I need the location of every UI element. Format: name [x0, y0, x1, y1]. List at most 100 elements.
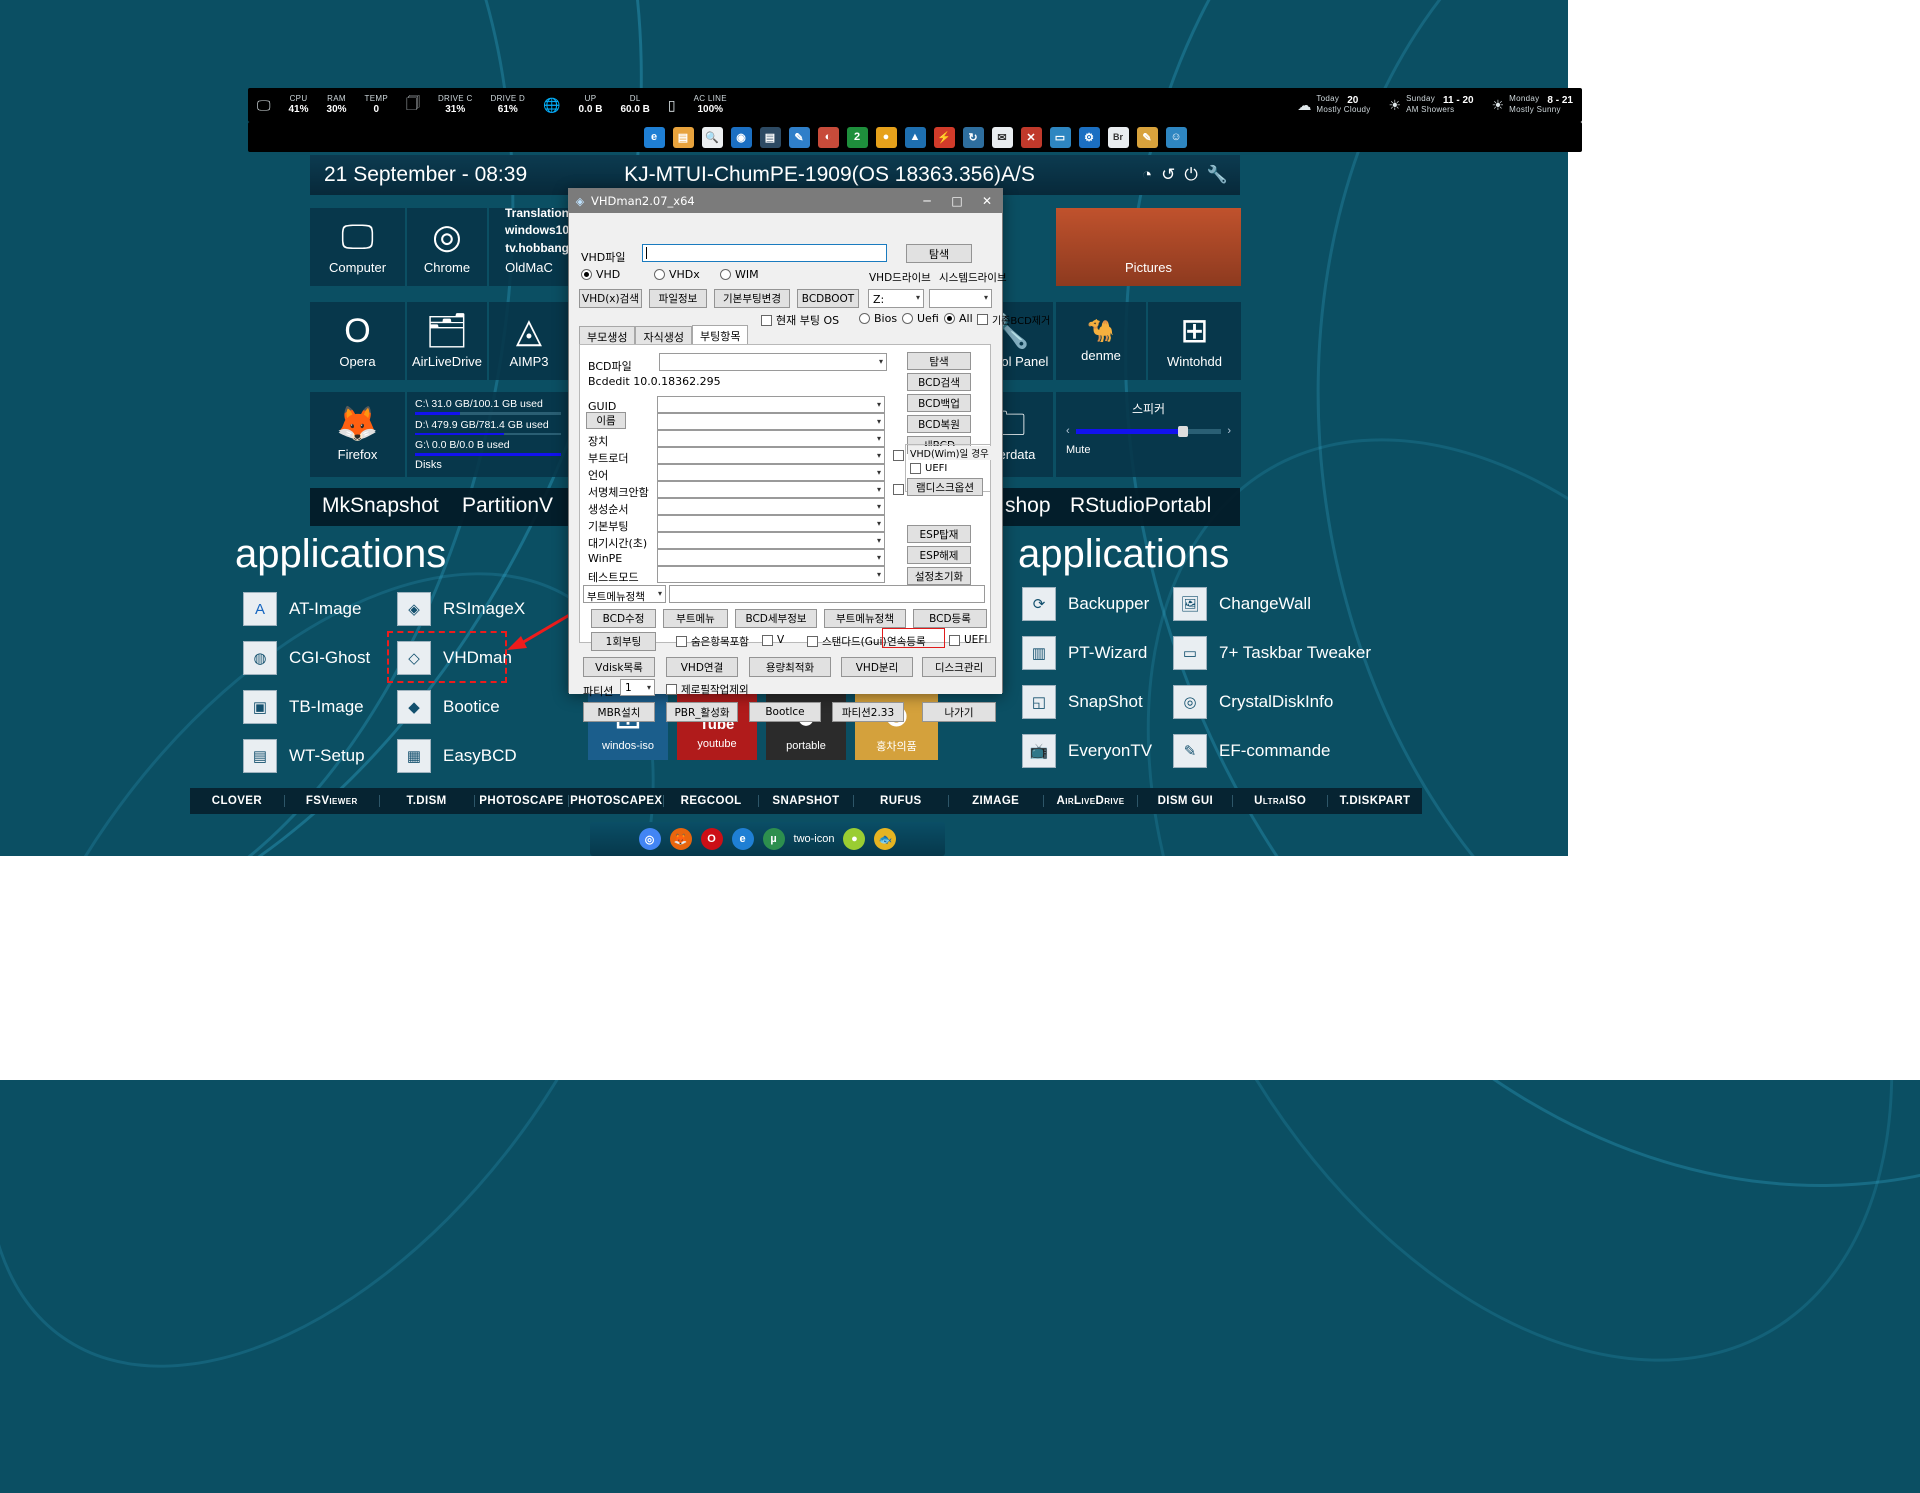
- vhd-file-input[interactable]: [642, 244, 887, 262]
- vhdx-search-button[interactable]: VHD(x)검색: [579, 289, 642, 308]
- bcd-restore-button[interactable]: BCD복원: [907, 415, 971, 433]
- standard-gui-checkbox[interactable]: 스탠다드(Gui): [807, 634, 887, 649]
- tab-dismgui[interactable]: DISM GUI: [1138, 795, 1234, 807]
- file-info-button[interactable]: 파일정보: [649, 289, 707, 308]
- system-drive-combo[interactable]: ▾: [929, 289, 992, 308]
- bootloader-combo[interactable]: ▾: [657, 447, 885, 464]
- remove-existing-bcd-checkbox[interactable]: 기존BCD제거: [977, 312, 1050, 327]
- tile-denme[interactable]: 🐪 denme: [1056, 302, 1146, 380]
- bcd-file-combo[interactable]: ▾: [659, 353, 887, 371]
- boot-menu-button[interactable]: 부트메뉴: [663, 609, 728, 628]
- radio-vhdx[interactable]: VHDx: [654, 268, 700, 281]
- utorrent-icon[interactable]: µ: [762, 828, 785, 850]
- maximize-button[interactable]: □: [942, 189, 972, 213]
- edge-icon[interactable]: e: [643, 126, 665, 148]
- disk-management-button[interactable]: 디스크관리: [922, 657, 996, 677]
- app-backupper[interactable]: ⟳ Backupper: [1022, 587, 1149, 621]
- vdisk-list-button[interactable]: Vdisk목록: [583, 657, 655, 677]
- nosign-combo[interactable]: ▾: [657, 481, 885, 498]
- uefi-checkbox-1[interactable]: UEFI: [910, 463, 947, 474]
- browse-bcd-button[interactable]: 탐색: [907, 352, 971, 370]
- tile-airlivedrive[interactable]: 🗂 AirLiveDrive: [407, 302, 487, 380]
- app-everyontv[interactable]: 📺 EveryonTV: [1022, 734, 1152, 768]
- partition-combo[interactable]: 1 ▾: [620, 679, 655, 696]
- tab-tdism[interactable]: T.DISM: [380, 795, 475, 807]
- continuous-register-label[interactable]: 연속등록: [887, 634, 926, 649]
- boot-menu-policy-combo[interactable]: 부트메뉴정책 ▾: [583, 585, 666, 603]
- pbr-activate-button[interactable]: PBR_활성화: [666, 702, 738, 722]
- speaker-widget[interactable]: 스피커 ‹ › Mute: [1056, 392, 1241, 477]
- bottom-tab-strip[interactable]: CLOVER FSViewer T.DISM PHOTOSCAPE PHOTOS…: [190, 788, 1422, 814]
- tab-zimage[interactable]: ZIMAGE: [949, 795, 1044, 807]
- zero-fill-checkbox[interactable]: 제로필작업제외: [666, 682, 749, 697]
- tile-pictures[interactable]: Pictures: [1056, 208, 1241, 286]
- tile-firefox[interactable]: 🦊 Firefox: [310, 392, 405, 477]
- default-boot-change-button[interactable]: 기본부팅변경: [714, 289, 790, 308]
- tab-photoscapex[interactable]: PHOTOSCAPEX: [569, 795, 665, 807]
- tab-fsviewer[interactable]: FSViewer: [285, 795, 380, 807]
- radio-uefi[interactable]: Uefi: [902, 312, 939, 325]
- dialog-title-bar[interactable]: ◈ VHDman2.07_x64 ─ □ ✕: [569, 189, 1002, 213]
- warning-icon[interactable]: ▲: [904, 126, 926, 148]
- info-icon[interactable]: ◔: [1142, 165, 1152, 185]
- tab-airlivedrive[interactable]: AirLiveDrive: [1044, 795, 1139, 807]
- guid-combo[interactable]: ▾: [657, 396, 885, 413]
- search-icon[interactable]: 🔍: [701, 126, 723, 148]
- tab-regcool[interactable]: REGCOOL: [664, 795, 760, 807]
- uefi-checkbox-2[interactable]: UEFI: [949, 634, 987, 646]
- fish-icon[interactable]: 🐟: [874, 828, 897, 850]
- record-icon[interactable]: ●: [875, 126, 897, 148]
- order-combo[interactable]: ▾: [657, 498, 885, 515]
- browse-top-button[interactable]: 탐색: [906, 244, 972, 263]
- defaultboot-combo[interactable]: ▾: [657, 515, 885, 532]
- esp-unmount-button[interactable]: ESP해제: [907, 546, 971, 564]
- vhd-detach-button[interactable]: VHD분리: [841, 657, 913, 677]
- radio-all[interactable]: All: [944, 312, 973, 325]
- boot-menu-policy-value[interactable]: [669, 585, 985, 603]
- ramdisk-checkbox[interactable]: [893, 484, 904, 495]
- power-icon[interactable]: ⏻: [1184, 165, 1197, 185]
- once-boot-button[interactable]: 1회부팅: [591, 632, 656, 651]
- chrome-icon[interactable]: ◎: [638, 828, 661, 850]
- tile-computer[interactable]: 🖵 Computer: [310, 208, 405, 286]
- app-at-image[interactable]: A AT-Image: [243, 592, 361, 626]
- device-combo[interactable]: ▾: [657, 430, 885, 447]
- camera-icon[interactable]: ◐: [817, 126, 839, 148]
- mute-label[interactable]: Mute: [1066, 444, 1231, 456]
- partition233-button[interactable]: 파티션2.33: [832, 702, 904, 722]
- firefox-icon[interactable]: 🦊: [669, 828, 692, 850]
- tab-snapshot[interactable]: SNAPSHOT: [759, 795, 854, 807]
- tab-ultraiso[interactable]: UltraISO: [1233, 795, 1329, 807]
- refresh-icon[interactable]: ↺: [1161, 165, 1175, 185]
- bcd-search-button[interactable]: BCD검색: [907, 373, 971, 391]
- brush-icon[interactable]: ✎: [1136, 126, 1158, 148]
- close-icon[interactable]: ✕: [1020, 126, 1042, 148]
- midrow-mksnapshot[interactable]: MkSnapshot: [322, 494, 439, 518]
- app-easybcd[interactable]: ▦ EasyBCD: [397, 739, 517, 773]
- v-checkbox[interactable]: V: [762, 634, 784, 646]
- radio-wim[interactable]: WIM: [720, 268, 759, 281]
- wim-case-checkbox[interactable]: [893, 450, 904, 461]
- midrow-rstudio[interactable]: RStudioPortabl: [1070, 494, 1211, 518]
- timeout-combo[interactable]: ▾: [657, 532, 885, 549]
- close-button[interactable]: ✕: [972, 189, 1002, 213]
- user-icon[interactable]: ☺: [1165, 126, 1187, 148]
- midrow-partitionv[interactable]: PartitionV: [462, 494, 553, 518]
- app-ef-commande[interactable]: ✎ EF-commande: [1173, 734, 1330, 768]
- tab-photoscape[interactable]: PHOTOSCAPE: [475, 795, 570, 807]
- opera-icon[interactable]: ◉: [730, 126, 752, 148]
- monitor-icon[interactable]: ▭: [1049, 126, 1071, 148]
- bcd-backup-button[interactable]: BCD백업: [907, 394, 971, 412]
- drive-letter-combo[interactable]: Z: ▾: [868, 289, 924, 308]
- mail-icon[interactable]: ✉: [991, 126, 1013, 148]
- reset-settings-button[interactable]: 설정초기화: [907, 567, 971, 585]
- tab-clover[interactable]: CLOVER: [190, 795, 285, 807]
- bcd-edit-button[interactable]: BCD수정: [591, 609, 656, 628]
- exit-button[interactable]: 나가기: [922, 702, 996, 722]
- name-button[interactable]: 이름: [586, 412, 626, 429]
- boot-menu-policy-button[interactable]: 부트메뉴정책: [824, 609, 906, 628]
- app-crystaldiskinfo[interactable]: ◎ CrystalDiskInfo: [1173, 685, 1333, 719]
- edge-icon[interactable]: e: [731, 828, 754, 850]
- optimize-capacity-button[interactable]: 용량최적화: [749, 657, 831, 677]
- radio-vhd[interactable]: VHD: [581, 268, 620, 281]
